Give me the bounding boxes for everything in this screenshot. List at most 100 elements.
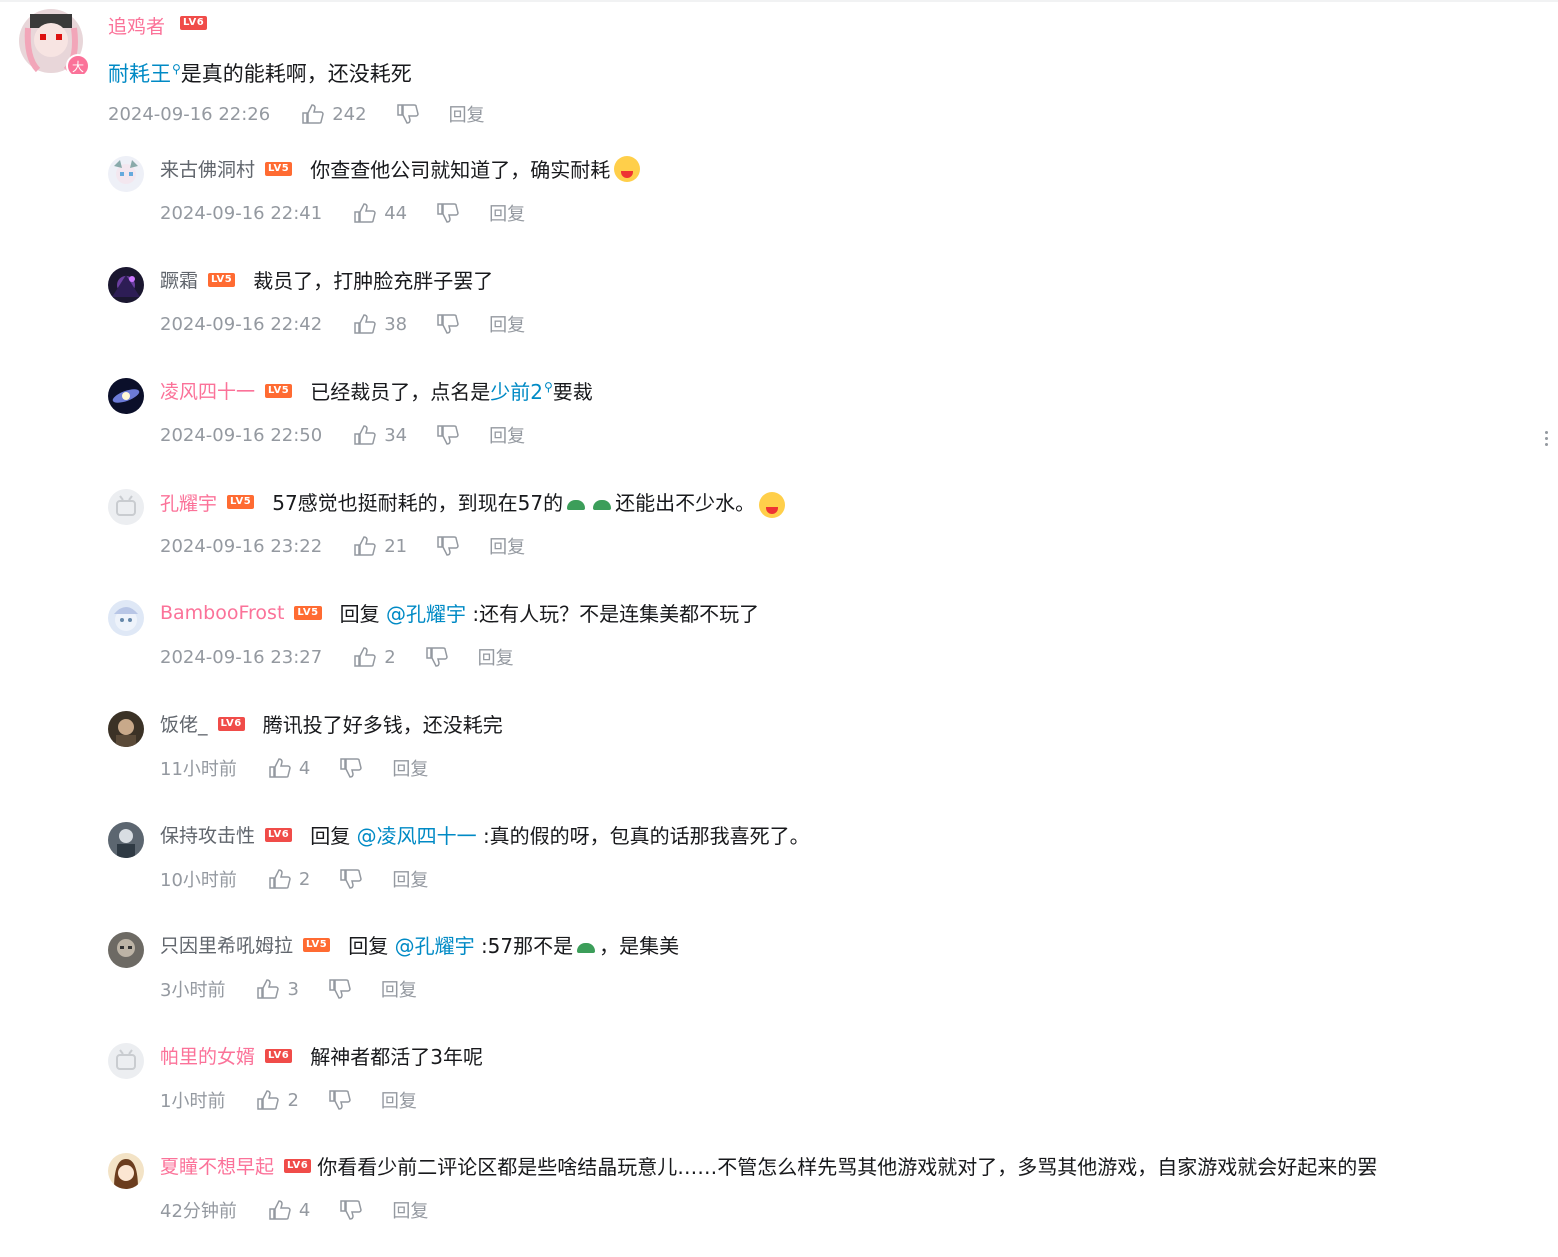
like-button[interactable]: 2 <box>354 646 396 668</box>
reply-button[interactable]: 回复 <box>381 1087 417 1113</box>
like-button[interactable]: 2 <box>257 1090 299 1111</box>
reply-text-part: ，是集美 <box>599 934 680 958</box>
comment-meta: 42分钟前 4 回复 <box>160 1197 428 1223</box>
reply-line: 凌风四十一 LV5 已经裁员了，点名是少前2⚲要裁 <box>160 376 593 405</box>
search-keyword-link[interactable]: 耐耗王 <box>108 62 171 86</box>
level-badge: LV5 <box>265 383 293 398</box>
dislike-button[interactable] <box>340 869 363 889</box>
thumbs-down-icon <box>396 104 419 124</box>
reply-line: 孔耀宇 LV5 57感觉也挺耐耗的，到现在57的 还能出不少水。 <box>160 487 786 518</box>
reply-button[interactable]: 回复 <box>381 976 417 1002</box>
dislike-button[interactable] <box>437 203 459 223</box>
username[interactable]: 孔耀宇 <box>160 489 217 516</box>
like-button[interactable]: 3 <box>257 979 299 1000</box>
thumbs-down-icon <box>340 1200 363 1220</box>
reply-button[interactable]: 回复 <box>489 200 525 226</box>
more-options-icon[interactable] <box>1540 428 1552 449</box>
timestamp: 11小时前 <box>160 759 237 780</box>
thumbs-up-icon <box>354 536 376 556</box>
avatar[interactable] <box>108 822 144 858</box>
username[interactable]: 凌风四十一 <box>160 377 255 404</box>
reply-text: 你查查他公司就知道了，确实耐耗 <box>310 158 611 182</box>
dislike-button[interactable] <box>396 104 419 124</box>
avatar[interactable] <box>108 156 144 192</box>
turtle-emoji-icon <box>577 942 596 953</box>
dislike-button[interactable] <box>340 758 363 778</box>
search-icon[interactable]: ⚲ <box>544 380 553 394</box>
username[interactable]: 来古佛洞村 <box>160 155 255 182</box>
level-badge: LV6 <box>265 827 293 842</box>
reply-button[interactable]: 回复 <box>449 101 485 127</box>
reply-line: 夏瞳不想早起 LV6 你看看少前二评论区都是些啥结晶玩意儿……不管怎么样先骂其他… <box>160 1151 1377 1180</box>
reply-button[interactable]: 回复 <box>392 755 428 781</box>
reply-button[interactable]: 回复 <box>478 644 514 670</box>
username[interactable]: 饭佬_ <box>160 710 208 737</box>
avatar[interactable] <box>108 711 144 747</box>
reply-button[interactable]: 回复 <box>392 866 428 892</box>
username[interactable]: 只因里希吼姆拉 <box>160 931 293 958</box>
like-button[interactable]: 4 <box>269 1200 310 1221</box>
like-button[interactable]: 242 <box>302 104 367 125</box>
reply-line: 蹶霜 LV5 裁员了，打肿脸充胖子罢了 <box>160 265 493 294</box>
reply-button[interactable]: 回复 <box>489 422 525 448</box>
comment-meta: 3小时前 3 回复 <box>160 976 417 1002</box>
avatar[interactable] <box>108 600 144 636</box>
thumbs-up-icon <box>257 979 280 999</box>
reply-text-part: :57那不是 <box>480 934 574 958</box>
dislike-button[interactable] <box>437 536 459 556</box>
dislike-button[interactable] <box>437 425 459 445</box>
like-button[interactable]: 34 <box>354 425 407 446</box>
like-button[interactable]: 2 <box>269 869 310 890</box>
avatar[interactable] <box>108 1043 144 1079</box>
avatar[interactable]: 大 <box>18 8 90 78</box>
dislike-button[interactable] <box>340 1200 363 1220</box>
reply-text-part: 已经裁员了，点名是 <box>310 380 491 404</box>
username[interactable]: 夏瞳不想早起 <box>160 1152 274 1179</box>
comment-content: 耐耗王⚲是真的能耗啊，还没耗死 <box>108 58 412 88</box>
reply-line: BambooFrost LV5 回复 @孔耀宇 :还有人玩？不是连集美都不玩了 <box>160 598 759 627</box>
like-count: 2 <box>384 646 396 668</box>
reply-button[interactable]: 回复 <box>392 1197 428 1223</box>
dislike-button[interactable] <box>437 314 459 334</box>
avatar[interactable] <box>108 1153 144 1189</box>
username[interactable]: 蹶霜 <box>160 266 198 293</box>
like-button[interactable]: 44 <box>354 203 407 224</box>
level-badge: LV5 <box>208 272 236 287</box>
thumbs-up-icon <box>269 1200 291 1220</box>
like-button[interactable]: 21 <box>354 536 407 557</box>
username[interactable]: BambooFrost <box>160 602 284 624</box>
avatar[interactable] <box>108 489 144 525</box>
turtle-emoji-icon <box>567 499 586 510</box>
reply-button[interactable]: 回复 <box>489 311 525 337</box>
reply-prefix: 回复 <box>348 934 389 958</box>
search-icon[interactable]: ⚲ <box>172 62 181 76</box>
dislike-button[interactable] <box>425 647 448 667</box>
reply-item: 帕里的女婿 LV6 解神者都活了3年呢 1小时前 2 回复 <box>108 1037 1548 1147</box>
thumbs-down-icon <box>437 314 459 334</box>
avatar[interactable] <box>108 378 144 414</box>
comment-text: 是真的能耗啊，还没耗死 <box>180 62 412 86</box>
thumbs-up-icon <box>257 1090 280 1110</box>
level-badge: LV6 <box>180 16 208 30</box>
like-count: 34 <box>384 424 408 446</box>
username[interactable]: 追鸡者 <box>108 12 165 39</box>
reply-text-part: 57感觉也挺耐耗的，到现在57的 <box>272 491 564 515</box>
username[interactable]: 保持攻击性 <box>160 821 255 848</box>
dislike-button[interactable] <box>329 979 351 999</box>
mention-link[interactable]: @凌风四十一 <box>357 824 477 848</box>
mention-link[interactable]: @孔耀宇 <box>395 934 475 958</box>
dislike-button[interactable] <box>329 1090 351 1110</box>
reply-button[interactable]: 回复 <box>489 533 525 559</box>
username[interactable]: 帕里的女婿 <box>160 1042 255 1069</box>
thumbs-down-icon <box>437 203 459 223</box>
mention-link[interactable]: @孔耀宇 <box>386 602 466 626</box>
reply-line: 帕里的女婿 LV6 解神者都活了3年呢 <box>160 1041 483 1070</box>
thumbs-up-icon <box>269 869 291 889</box>
avatar[interactable] <box>108 267 144 303</box>
thumbs-down-icon <box>340 758 363 778</box>
like-button[interactable]: 38 <box>354 314 407 335</box>
like-button[interactable]: 4 <box>269 758 310 779</box>
level-badge: LV6 <box>265 1048 293 1063</box>
search-keyword-link[interactable]: 少前2 <box>490 380 543 404</box>
avatar[interactable] <box>108 932 144 968</box>
